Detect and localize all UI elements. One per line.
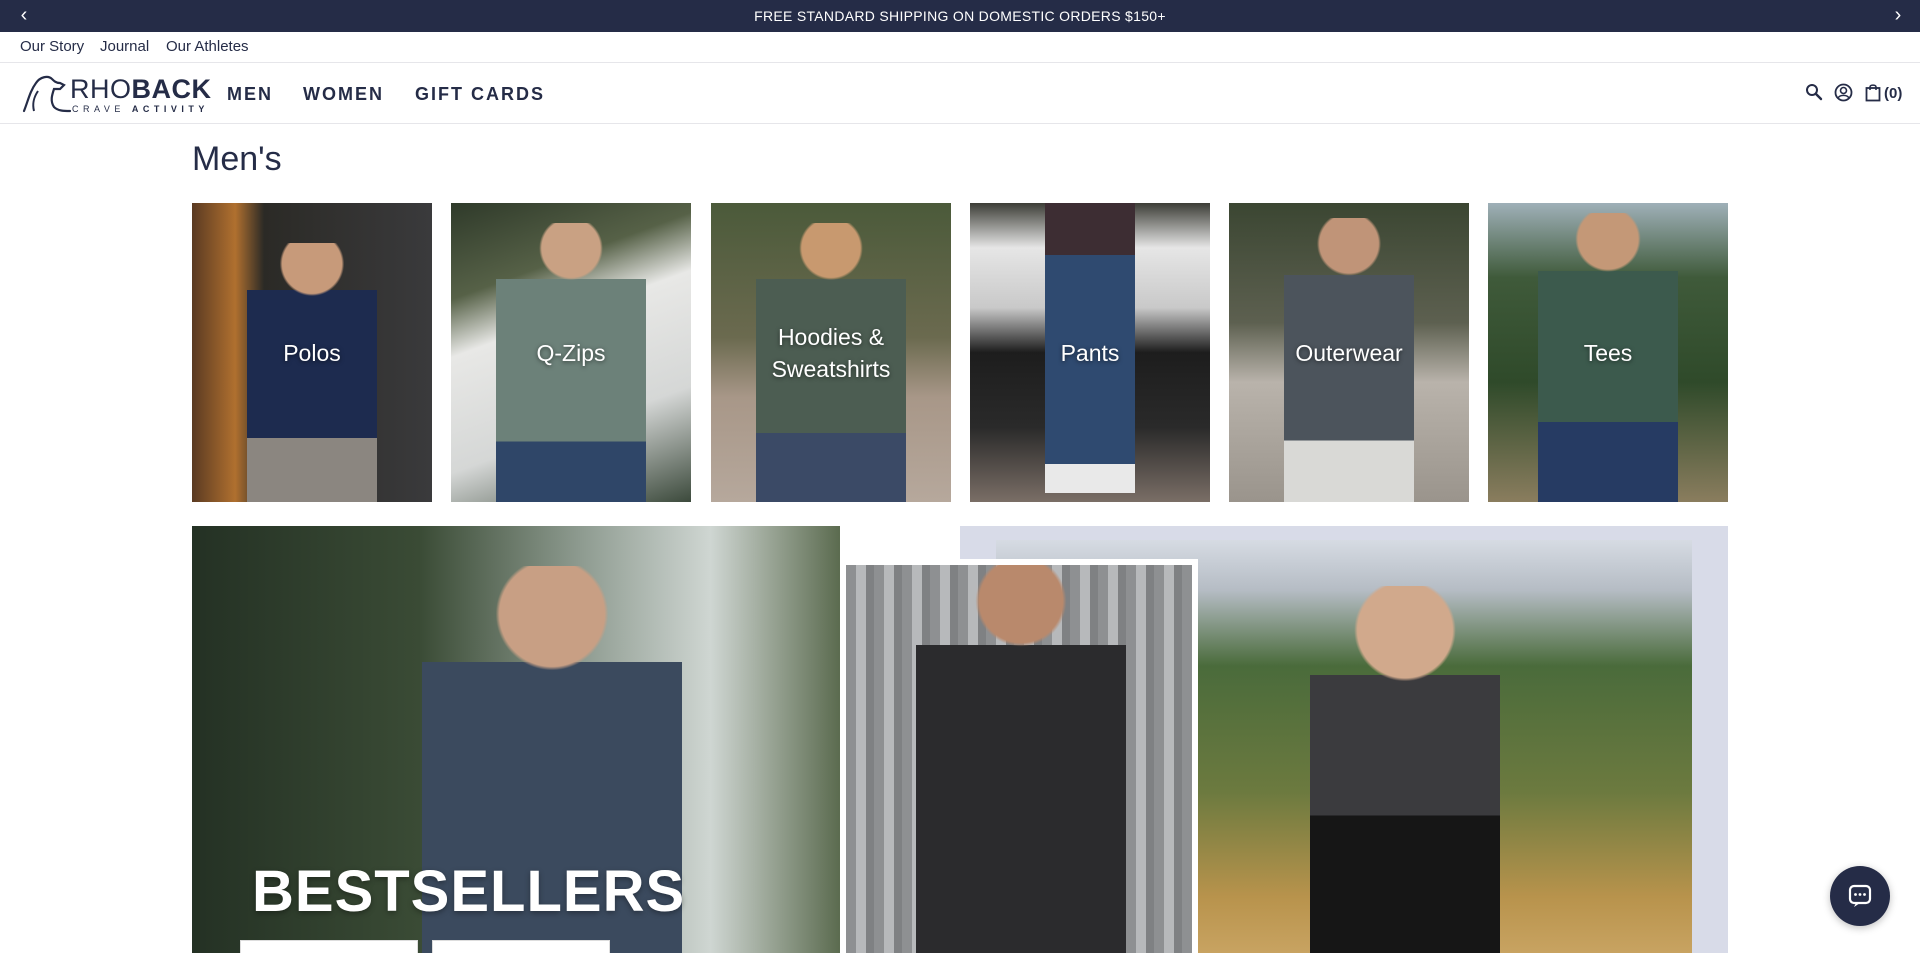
brand-wordmark: RHOBACK	[70, 74, 212, 105]
site-header: RHOBACK CRAVE ACTIVITY MEN WOMEN GIFT CA…	[0, 63, 1920, 124]
brand-tagline: CRAVE ACTIVITY	[72, 104, 209, 114]
announcement-text: FREE STANDARD SHIPPING ON DOMESTIC ORDER…	[754, 8, 1166, 24]
nav-item-women[interactable]: WOMEN	[303, 84, 384, 105]
brand-name-light: RHO	[70, 74, 132, 104]
category-label-outerwear: Outerwear	[1295, 339, 1403, 366]
page-title: Men's	[192, 140, 282, 178]
announcement-bar: ‹ FREE STANDARD SHIPPING ON DOMESTIC ORD…	[0, 0, 1920, 32]
category-label-polos: Polos	[283, 339, 341, 366]
model-figure	[916, 565, 1126, 953]
category-label-pants: Pants	[1060, 339, 1120, 366]
brand-tagline-bold: ACTIVITY	[131, 104, 209, 114]
search-icon[interactable]	[1805, 83, 1823, 106]
category-grid: Polos Q-Zips Hoodies & Sweatshirts Pants…	[192, 203, 1728, 502]
utility-link-journal[interactable]: Journal	[100, 38, 149, 55]
chevron-right-icon[interactable]: ›	[1882, 0, 1914, 32]
brand-tagline-light: CRAVE	[72, 104, 125, 114]
category-label-tees: Tees	[1583, 339, 1633, 366]
bag-icon[interactable]	[1865, 83, 1881, 107]
category-tile-polos[interactable]: Polos	[192, 203, 432, 502]
shop-mens-button[interactable]	[240, 940, 418, 953]
model-figure	[1310, 586, 1500, 953]
utility-link-our-athletes[interactable]: Our Athletes	[166, 38, 249, 55]
nav-item-gift-cards[interactable]: GIFT CARDS	[415, 84, 545, 105]
category-tile-hoodies[interactable]: Hoodies & Sweatshirts	[711, 203, 951, 502]
nav-item-men[interactable]: MEN	[227, 84, 273, 105]
shop-womens-button[interactable]	[432, 940, 610, 953]
model-figure	[247, 243, 377, 502]
category-label-q-zips: Q-Zips	[536, 339, 606, 366]
utility-nav: Our Story Journal Our Athletes	[0, 32, 1920, 63]
dog-logo-icon	[22, 75, 72, 113]
category-tile-q-zips[interactable]: Q-Zips	[451, 203, 691, 502]
brand-logo[interactable]: RHOBACK CRAVE ACTIVITY	[20, 71, 211, 117]
vest-inset-photo	[840, 559, 1198, 953]
brand-name-bold: BACK	[131, 74, 212, 104]
chat-icon	[1848, 884, 1872, 907]
bestsellers-heading: BESTSELLERS	[252, 859, 686, 924]
cart-count[interactable]: (0)	[1884, 85, 1902, 102]
category-label-hoodies: Hoodies & Sweatshirts	[771, 323, 891, 382]
chat-button[interactable]	[1830, 866, 1890, 926]
category-tile-pants[interactable]: Pants	[970, 203, 1210, 502]
utility-link-our-story[interactable]: Our Story	[20, 38, 84, 55]
category-tile-outerwear[interactable]: Outerwear	[1229, 203, 1469, 502]
category-tile-tees[interactable]: Tees	[1488, 203, 1728, 502]
account-icon[interactable]	[1834, 83, 1853, 107]
